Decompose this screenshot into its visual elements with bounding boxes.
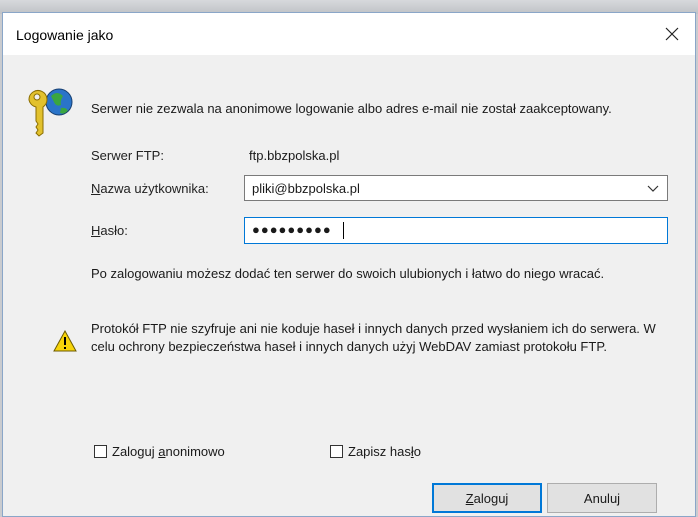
- anonymous-checkbox-label: Zaloguj anonimowo: [112, 444, 225, 459]
- close-icon: [665, 27, 679, 41]
- login-button-label: Zaloguj: [466, 491, 509, 506]
- save-password-checkbox-label: Zapisz hasło: [348, 444, 421, 459]
- chevron-down-icon[interactable]: [647, 183, 659, 193]
- login-button-text: aloguj: [473, 490, 509, 506]
- dialog-title: Logowanie jako: [16, 27, 114, 43]
- anonymous-login-checkbox[interactable]: Zaloguj anonimowo: [94, 444, 225, 459]
- save-password-checkbox-box[interactable]: [330, 445, 343, 458]
- username-label: Nazwa użytkownika:: [91, 181, 209, 196]
- anonymous-checkbox-box[interactable]: [94, 445, 107, 458]
- text-caret: [343, 222, 344, 239]
- username-value: pliki@bbzpolska.pl: [252, 181, 360, 196]
- warning-icon: [53, 330, 77, 352]
- keys-globe-icon: [28, 88, 73, 137]
- login-button-accesskey: Z: [465, 490, 474, 506]
- save-password-label-pre: Zapisz has: [348, 444, 411, 459]
- cancel-button[interactable]: Anuluj: [547, 483, 657, 513]
- anonymous-label-pre: Zaloguj: [112, 444, 159, 459]
- password-label: Hasło:: [91, 223, 128, 238]
- close-button[interactable]: [649, 13, 695, 55]
- password-field[interactable]: ●●●●●●●●●: [244, 217, 668, 244]
- server-label: Serwer FTP:: [91, 148, 164, 163]
- username-label-text: azwa użytkownika:: [100, 181, 209, 196]
- save-password-label-post: o: [413, 444, 421, 459]
- login-dialog: Logowanie jako Serwer nie zezwala na ano…: [2, 12, 696, 517]
- username-label-accesskey: N: [91, 181, 101, 196]
- cancel-button-label: Anuluj: [583, 490, 621, 506]
- dialog-content: Serwer nie zezwala na anonimowe logowani…: [3, 55, 695, 516]
- favorites-hint: Po zalogowaniu możesz dodać ten serwer d…: [91, 266, 605, 281]
- save-password-checkbox[interactable]: Zapisz hasło: [330, 444, 421, 459]
- username-combobox[interactable]: pliki@bbzpolska.pl: [244, 175, 668, 201]
- server-value: ftp.bbzpolska.pl: [249, 148, 340, 163]
- title-bar: Logowanie jako: [3, 13, 695, 55]
- password-masked-value: ●●●●●●●●●: [252, 222, 332, 237]
- anonymous-label-post: nonimowo: [165, 444, 225, 459]
- login-button[interactable]: Zaloguj: [432, 483, 542, 513]
- password-label-accesskey: H: [91, 223, 101, 238]
- info-message: Serwer nie zezwala na anonimowe logowani…: [91, 101, 612, 116]
- ftp-warning-text: Protokół FTP nie szyfruje ani nie koduje…: [91, 321, 656, 354]
- password-label-text: asło:: [100, 223, 128, 238]
